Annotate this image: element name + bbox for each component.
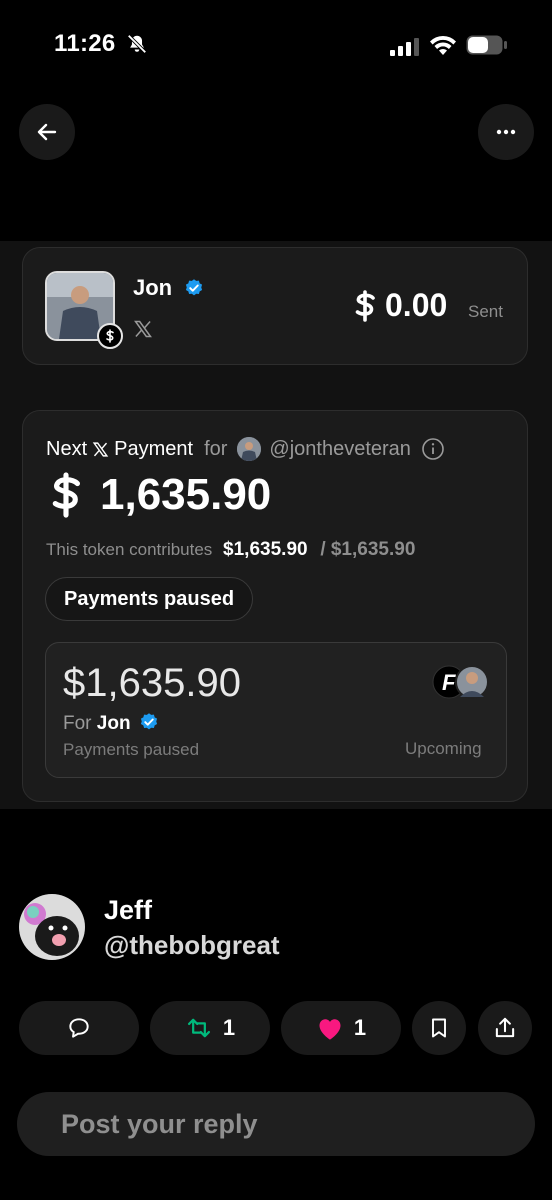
upcoming-recipient-name: Jon — [96, 713, 131, 734]
handle-avatar — [237, 437, 262, 461]
upcoming-status: Payments paused — [63, 740, 200, 759]
money-symbol-icon — [52, 472, 80, 518]
info-icon[interactable] — [421, 437, 445, 461]
contrib-total: / $1,635.90 — [320, 539, 416, 560]
back-button[interactable] — [19, 104, 75, 160]
sent-label: Sent — [468, 302, 503, 321]
share-icon — [495, 1017, 515, 1038]
next-label: Next — [46, 437, 88, 460]
like-button[interactable]: 1 — [281, 1001, 401, 1055]
next-payment-amount-value: 1,635.90 — [100, 470, 272, 519]
upcoming-amount: $1,635.90 — [63, 661, 241, 705]
recipient-name-text: Jon — [133, 275, 173, 300]
x-logo-icon — [134, 320, 152, 338]
recipient-handle[interactable]: @jontheveteran — [269, 438, 411, 461]
reply-author-name[interactable]: Jeff — [104, 895, 152, 926]
more-options-button[interactable] — [478, 104, 534, 160]
bookmark-button[interactable] — [412, 1001, 466, 1055]
reply-button[interactable] — [19, 1001, 139, 1055]
cellular-signal-icon — [390, 38, 419, 56]
reply-author-handle[interactable]: @thebobgreat — [104, 930, 280, 961]
like-count: 1 — [353, 1015, 367, 1040]
contrib-label: This token contributes — [46, 540, 213, 559]
retweet-count: 1 — [222, 1015, 236, 1040]
money-symbol-icon — [355, 289, 375, 322]
battery-icon — [466, 35, 507, 55]
contrib-value: $1,635.90 — [223, 539, 308, 560]
verified-badge-icon — [140, 713, 157, 730]
next-payment-header: Next Payment for @jontheveteran — [46, 437, 445, 461]
payment-label: Payment — [114, 437, 194, 460]
comment-icon — [69, 1018, 89, 1038]
reply-placeholder: Post your reply — [61, 1109, 258, 1139]
sent-amount-value: 0.00 — [385, 287, 448, 323]
upcoming-label: Upcoming — [405, 739, 482, 758]
for-label: for — [204, 437, 228, 460]
money-badge-icon — [97, 323, 123, 349]
verified-badge-icon — [186, 279, 203, 296]
retweet-button[interactable]: 1 — [150, 1001, 270, 1055]
heart-icon — [319, 1019, 341, 1040]
reply-author-avatar[interactable] — [19, 894, 85, 960]
upcoming-for: For Jon — [63, 712, 159, 735]
arrow-left-icon — [37, 123, 57, 141]
share-button[interactable] — [478, 1001, 532, 1055]
token-avatars-icon: F — [432, 665, 489, 699]
bookmark-icon — [432, 1018, 446, 1038]
recipient-name: Jon — [133, 275, 204, 301]
payments-paused-pill[interactable]: Payments paused — [45, 577, 254, 621]
for-text: For — [63, 713, 92, 734]
sent-amount: 0.00 — [351, 287, 447, 324]
svg-text:F: F — [442, 670, 456, 695]
more-horizontal-icon — [496, 129, 516, 135]
next-payment-amount: 1,635.90 — [46, 470, 271, 520]
status-time: 11:26 — [54, 30, 116, 57]
x-logo-icon — [92, 441, 109, 457]
token-contribution: This token contributes $1,635.90 / $1,63… — [46, 539, 415, 561]
retweet-icon — [187, 1018, 210, 1038]
bell-muted-icon — [127, 34, 147, 54]
wifi-icon — [430, 35, 456, 55]
